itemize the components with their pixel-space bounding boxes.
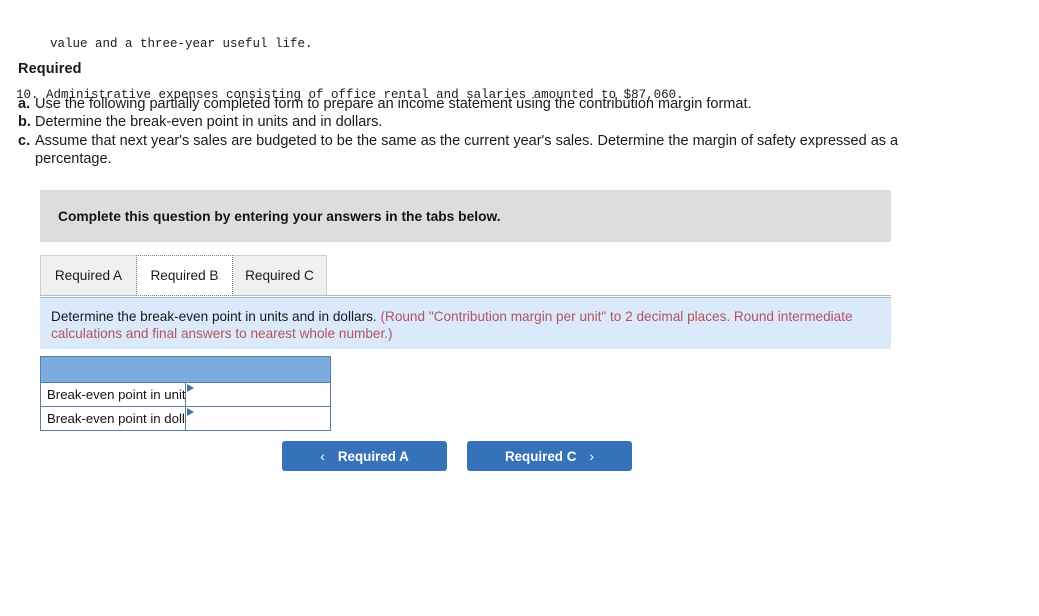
- requirement-item-a: a. Use the following partially completed…: [18, 95, 968, 113]
- row-label-break-even-dollars: Break-even point in dollars: [40, 406, 203, 431]
- next-required-c-button[interactable]: Required C ›: [467, 441, 632, 471]
- problem-line-1: value and a three-year useful life.: [50, 37, 313, 51]
- question-prompt-text: Determine the break-even point in units …: [51, 309, 377, 324]
- table-row: Break-even point in units: [40, 382, 331, 407]
- prev-required-a-button[interactable]: ‹ Required A: [282, 441, 447, 471]
- requirement-marker-a: a.: [18, 96, 31, 112]
- next-button-label: Required C: [504, 448, 577, 464]
- requirement-text-b: Determine the break-even point in units …: [35, 114, 383, 131]
- requirement-item-c: c. Assume that next year's sales are bud…: [18, 132, 968, 169]
- question-prompt-band: Determine the break-even point in units …: [40, 297, 891, 349]
- requirement-marker-b: b.: [18, 114, 31, 131]
- break-even-dollars-input[interactable]: [186, 407, 330, 430]
- table-header-cell: [40, 356, 331, 383]
- input-cell-break-even-dollars[interactable]: [185, 406, 331, 431]
- chevron-right-icon: ›: [589, 448, 595, 464]
- tab-strip: Required A Required B Required C: [40, 255, 891, 296]
- tab-required-a-label: Required A: [54, 268, 123, 283]
- instruction-banner-text: Complete this question by entering your …: [58, 208, 501, 224]
- input-cell-break-even-units[interactable]: [185, 382, 331, 407]
- answer-table: Break-even point in units Break-even poi…: [40, 356, 331, 431]
- tab-required-b-label: Required B: [150, 268, 219, 283]
- requirement-text-c: Assume that next year's sales are budget…: [35, 132, 899, 168]
- table-header-row: [40, 356, 331, 383]
- tab-required-a[interactable]: Required A: [40, 255, 137, 295]
- tab-required-b[interactable]: Required B: [136, 255, 233, 296]
- requirement-marker-c: c.: [18, 132, 31, 149]
- tab-required-c-label: Required C: [245, 268, 314, 283]
- instruction-banner: Complete this question by entering your …: [40, 190, 891, 242]
- chevron-left-icon: ‹: [320, 448, 325, 464]
- requirements-list: a. Use the following partially completed…: [18, 95, 968, 169]
- required-heading: Required: [18, 61, 82, 77]
- row-label-break-even-units: Break-even point in units: [40, 382, 192, 407]
- break-even-units-input[interactable]: [186, 383, 330, 406]
- prev-button-label: Required A: [337, 448, 409, 464]
- tab-required-c[interactable]: Required C: [232, 255, 327, 295]
- requirement-item-b: b. Determine the break-even point in uni…: [18, 113, 968, 131]
- table-row: Break-even point in dollars: [40, 406, 331, 431]
- requirement-text-a: Use the following partially completed fo…: [35, 96, 752, 112]
